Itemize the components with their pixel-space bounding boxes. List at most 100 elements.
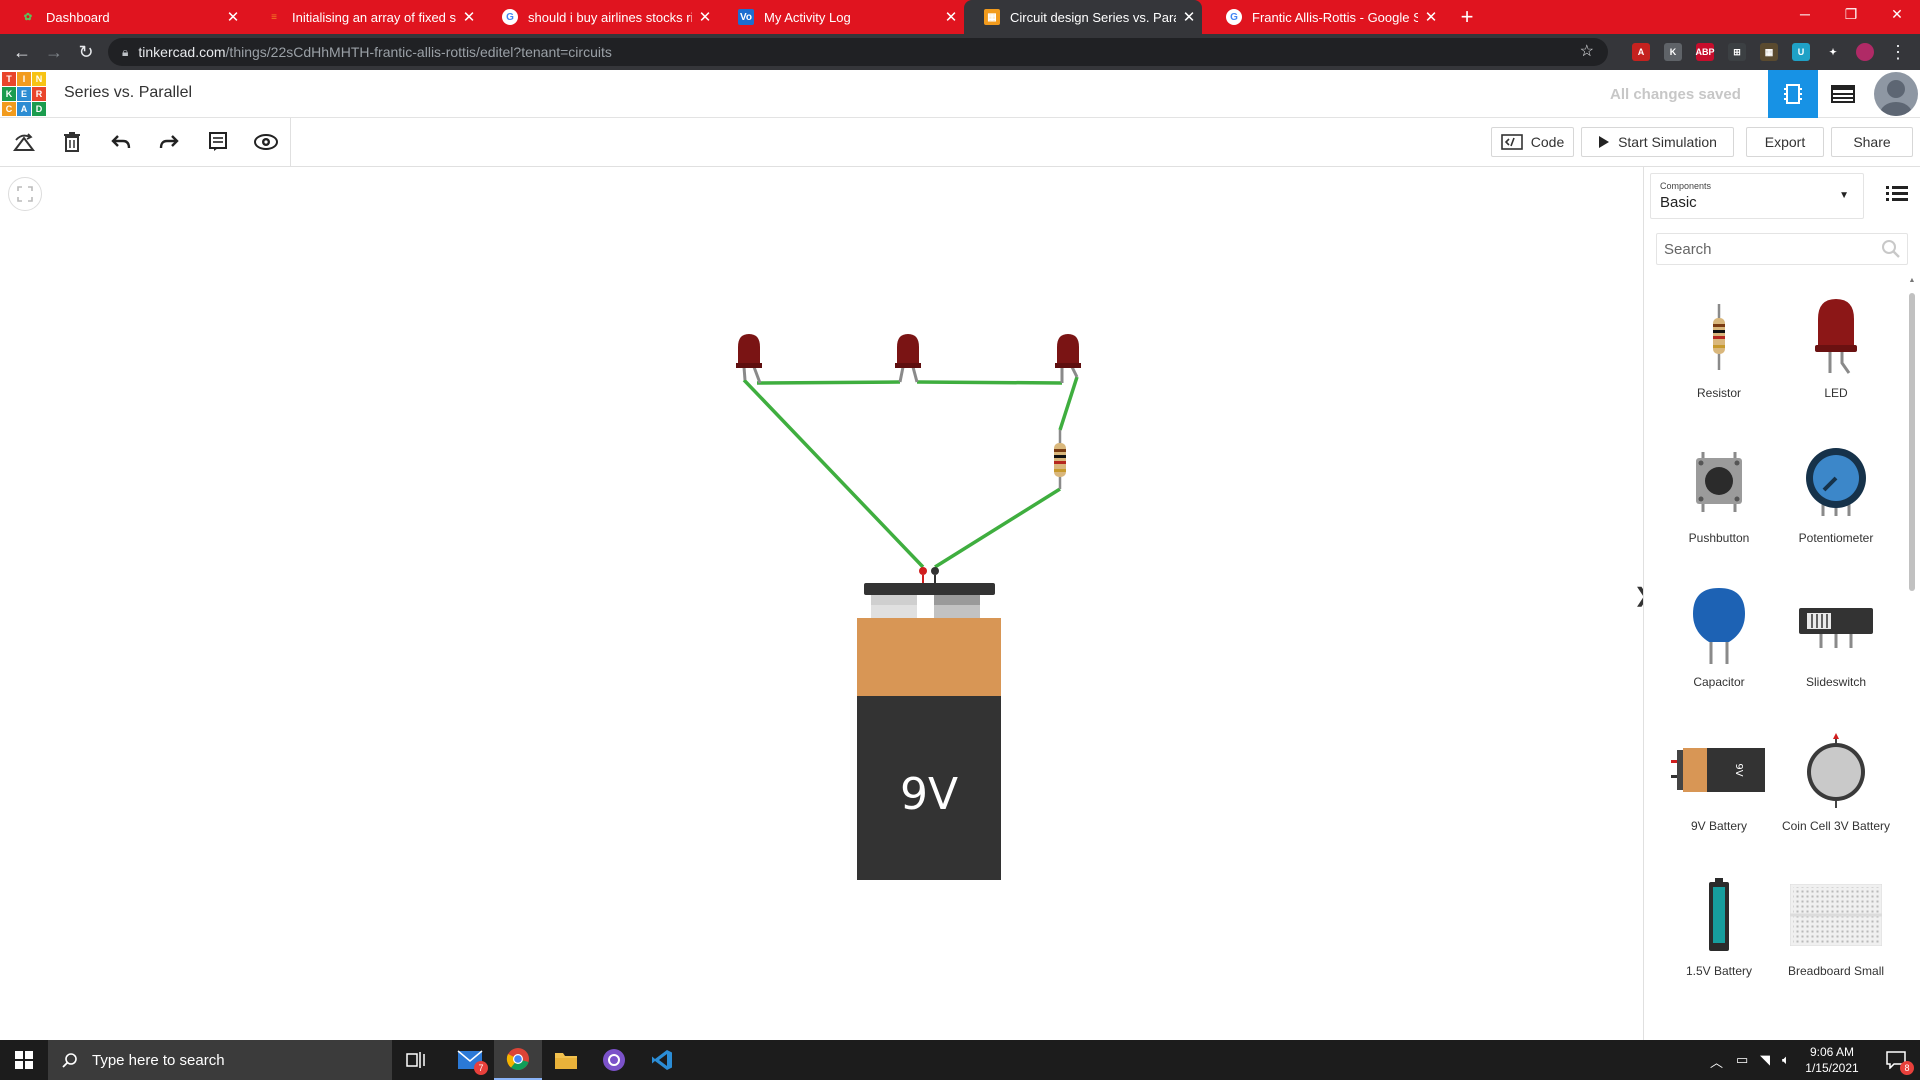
- led-icon: [1796, 292, 1876, 382]
- minimize-window-button[interactable]: ─: [1782, 0, 1828, 30]
- tab-title: My Activity Log: [764, 9, 851, 25]
- components-scrollbar[interactable]: ▲ ▼: [1907, 277, 1917, 1046]
- component-list-view-button[interactable]: [1818, 70, 1868, 118]
- tab-airlines-search[interactable]: G should i buy airlines stocks right ✕: [482, 0, 718, 34]
- component-9v-battery[interactable]: 9V 9V Battery: [1661, 725, 1777, 865]
- wire-led2-led3: [916, 380, 1063, 385]
- components-category-select[interactable]: Components Basic ▼: [1650, 173, 1864, 219]
- wires[interactable]: [742, 376, 1079, 569]
- led-3[interactable]: [1055, 334, 1081, 383]
- url-field[interactable]: 🔒︎ tinkercad.com/things/22sCdHhMHTH-fran…: [108, 38, 1608, 66]
- code-button[interactable]: Code: [1491, 127, 1574, 157]
- tinkercad-logo[interactable]: T I N K E R C A D: [2, 72, 46, 116]
- reload-icon[interactable]: ↻: [74, 40, 98, 64]
- puzzle-extensions-icon[interactable]: ✦: [1824, 43, 1842, 61]
- resistor[interactable]: [1054, 430, 1066, 489]
- bookmark-star-icon[interactable]: ☆: [1580, 41, 1594, 61]
- tab-array-question[interactable]: ≡ Initialising an array of fixed size in…: [246, 0, 482, 34]
- component-breadboard-small[interactable]: Breadboard Small: [1778, 870, 1894, 1010]
- acrobat-icon[interactable]: A: [1632, 43, 1650, 61]
- close-tab-icon[interactable]: ✕: [938, 8, 964, 26]
- tinkercad-favicon-icon: ▦: [984, 9, 1000, 25]
- volume-tray-icon[interactable]: 🔈︎: [1782, 1052, 1790, 1068]
- share-button[interactable]: Share: [1831, 127, 1913, 157]
- show-hidden-icons-chevron-icon[interactable]: ︿: [1710, 1052, 1723, 1071]
- close-tab-icon[interactable]: ✕: [1418, 8, 1444, 26]
- undo-icon[interactable]: [106, 127, 136, 157]
- close-tab-icon[interactable]: ✕: [220, 8, 246, 26]
- export-button[interactable]: Export: [1746, 127, 1824, 157]
- wifi-tray-icon[interactable]: ◥: [1760, 1052, 1770, 1068]
- adblock-plus-icon[interactable]: ABP: [1696, 43, 1715, 61]
- redo-icon[interactable]: [154, 127, 184, 157]
- battery-1-5v-icon: [1679, 870, 1759, 960]
- led-2[interactable]: [895, 334, 921, 383]
- forward-arrow-icon[interactable]: →: [42, 40, 66, 64]
- tab-dashboard[interactable]: ✿ Dashboard ✕: [0, 0, 246, 34]
- new-tab-button[interactable]: +: [1454, 4, 1480, 30]
- profile-avatar-icon[interactable]: [1856, 43, 1874, 61]
- taskbar-file-explorer-app[interactable]: [542, 1040, 590, 1080]
- component-search-input[interactable]: [1657, 234, 1877, 264]
- notification-badge: 8: [1900, 1061, 1914, 1075]
- component-1-5v-battery[interactable]: 1.5V Battery: [1661, 870, 1777, 1010]
- browser-menu-icon[interactable]: ⋮: [1886, 40, 1910, 64]
- user-avatar[interactable]: [1874, 72, 1918, 116]
- list-view-button[interactable]: [1886, 185, 1908, 205]
- component-label: Resistor: [1696, 386, 1741, 400]
- tab-activity-log[interactable]: Vo My Activity Log ✕: [718, 0, 964, 34]
- task-view-button[interactable]: [392, 1040, 440, 1080]
- restore-window-button[interactable]: ❐: [1828, 0, 1874, 30]
- delete-trash-icon[interactable]: [57, 127, 87, 157]
- kami-icon[interactable]: K: [1664, 43, 1682, 61]
- logo-letter: K: [2, 87, 16, 101]
- taskbar-chrome-app[interactable]: [494, 1040, 542, 1080]
- notification-center-button[interactable]: 8: [1872, 1040, 1920, 1080]
- wire-led1-led2: [756, 380, 901, 385]
- component-pushbutton[interactable]: Pushbutton: [1661, 437, 1777, 577]
- rotate-tool-icon[interactable]: [9, 127, 39, 157]
- circuit-canvas[interactable]: 9V ❯: [0, 167, 1651, 1040]
- logo-letter: T: [2, 72, 16, 86]
- taskbar-app-purple[interactable]: [590, 1040, 638, 1080]
- taskbar-search-box[interactable]: Type here to search: [48, 1040, 392, 1080]
- start-simulation-button[interactable]: Start Simulation: [1581, 127, 1734, 157]
- scroll-up-icon[interactable]: ▲: [1907, 277, 1917, 284]
- visibility-eye-icon[interactable]: [251, 127, 281, 157]
- play-icon: [1598, 135, 1610, 149]
- tab-circuit-design[interactable]: ▦ Circuit design Series vs. Parallel | ✕: [964, 0, 1202, 34]
- component-potentiometer[interactable]: Potentiometer: [1778, 437, 1894, 577]
- design-title[interactable]: Series vs. Parallel: [64, 84, 192, 102]
- battery-tray-icon[interactable]: ▭: [1736, 1052, 1748, 1068]
- component-label: Breadboard Small: [1787, 964, 1885, 978]
- close-tab-icon[interactable]: ✕: [456, 8, 482, 26]
- tab-title: Frantic Allis-Rottis - Google Search: [1252, 9, 1418, 25]
- battery-9v[interactable]: 9V: [857, 567, 1001, 880]
- lock-icon: 🔒︎: [122, 44, 129, 59]
- close-tab-icon[interactable]: ✕: [1176, 8, 1202, 26]
- component-slideswitch[interactable]: Slideswitch: [1778, 581, 1894, 721]
- close-window-button[interactable]: ✕: [1874, 0, 1920, 30]
- wire-battery-negative-led1: [742, 378, 925, 569]
- component-led[interactable]: LED: [1778, 292, 1894, 432]
- search-icon[interactable]: [1881, 239, 1901, 264]
- taskbar-mail-app[interactable]: 7: [446, 1040, 494, 1080]
- u-extension-icon[interactable]: U: [1792, 43, 1810, 61]
- tab-google-search[interactable]: G Frantic Allis-Rottis - Google Search ✕: [1206, 0, 1444, 34]
- led-1[interactable]: [736, 334, 762, 384]
- note-extension-icon[interactable]: ▦: [1760, 43, 1778, 61]
- grid-extension-icon[interactable]: ⊞: [1728, 43, 1746, 61]
- scrollbar-thumb[interactable]: [1909, 293, 1915, 591]
- component-label: Capacitor: [1693, 675, 1745, 689]
- taskbar-vscode-app[interactable]: [638, 1040, 686, 1080]
- circuit-view-button[interactable]: [1768, 70, 1818, 118]
- windows-start-button[interactable]: [0, 1040, 48, 1080]
- notes-icon[interactable]: [203, 127, 233, 157]
- component-resistor[interactable]: Resistor: [1661, 292, 1777, 432]
- close-tab-icon[interactable]: ✕: [692, 8, 718, 26]
- component-coin-cell-battery[interactable]: Coin Cell 3V Battery: [1778, 725, 1894, 865]
- taskbar-clock[interactable]: 9:06 AM 1/15/2021: [1800, 1044, 1864, 1076]
- component-capacitor[interactable]: Capacitor: [1661, 581, 1777, 721]
- back-arrow-icon[interactable]: ←: [10, 40, 34, 64]
- breadboard-icon: [1790, 870, 1882, 960]
